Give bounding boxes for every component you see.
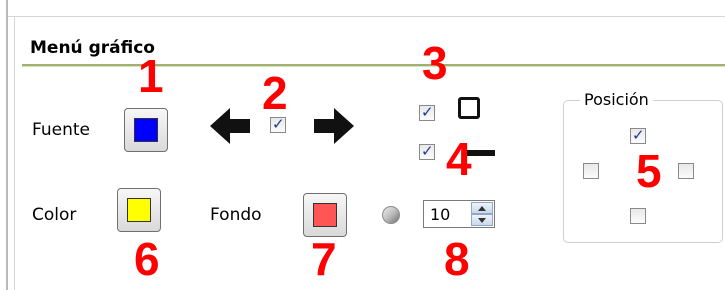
- opacity-icon: [382, 206, 400, 224]
- fondo-color-swatch: [313, 203, 337, 227]
- frame-box-icon: [458, 97, 480, 119]
- fuente-label: Fuente: [32, 120, 90, 140]
- spin-up-button[interactable]: [471, 202, 493, 214]
- position-group-label: Posición: [580, 90, 653, 109]
- position-top-checkbox[interactable]: [630, 126, 646, 144]
- window-left-edge: [6, 0, 8, 290]
- color-button[interactable]: [117, 188, 161, 232]
- position-right-checkbox[interactable]: [678, 163, 694, 179]
- arrow-left-icon[interactable]: [208, 106, 252, 146]
- annotation-8: 8: [444, 233, 470, 285]
- panel-title: Menú gráfico: [30, 38, 155, 58]
- annotation-7: 7: [311, 233, 337, 285]
- opacity-value[interactable]: 10: [430, 205, 450, 224]
- position-bottom-checkbox[interactable]: [630, 208, 646, 224]
- opacity-spinner[interactable]: 10: [423, 200, 495, 228]
- color-swatch: [127, 198, 151, 222]
- panel-top-border: [8, 16, 725, 17]
- fondo-label: Fondo: [210, 205, 262, 225]
- fuente-color-swatch: [134, 118, 158, 142]
- annotation-6: 6: [134, 233, 160, 285]
- annotation-1: 1: [138, 50, 164, 102]
- color-label: Color: [32, 205, 77, 225]
- frame-checkbox[interactable]: [419, 103, 435, 121]
- annotation-4: 4: [446, 133, 472, 185]
- panel-left-border: [14, 16, 15, 290]
- position-left-checkbox[interactable]: [583, 163, 599, 179]
- fuente-color-button[interactable]: [124, 108, 168, 152]
- fondo-color-button[interactable]: [303, 193, 347, 237]
- arrow-right-icon[interactable]: [312, 106, 356, 146]
- arrow-toggle-checkbox[interactable]: [270, 115, 286, 133]
- annotation-2: 2: [262, 67, 288, 119]
- annotation-5: 5: [636, 145, 662, 197]
- title-divider-shadow: [22, 66, 725, 67]
- line-checkbox[interactable]: [419, 142, 435, 160]
- annotation-3: 3: [422, 37, 448, 89]
- spin-down-button[interactable]: [471, 214, 493, 226]
